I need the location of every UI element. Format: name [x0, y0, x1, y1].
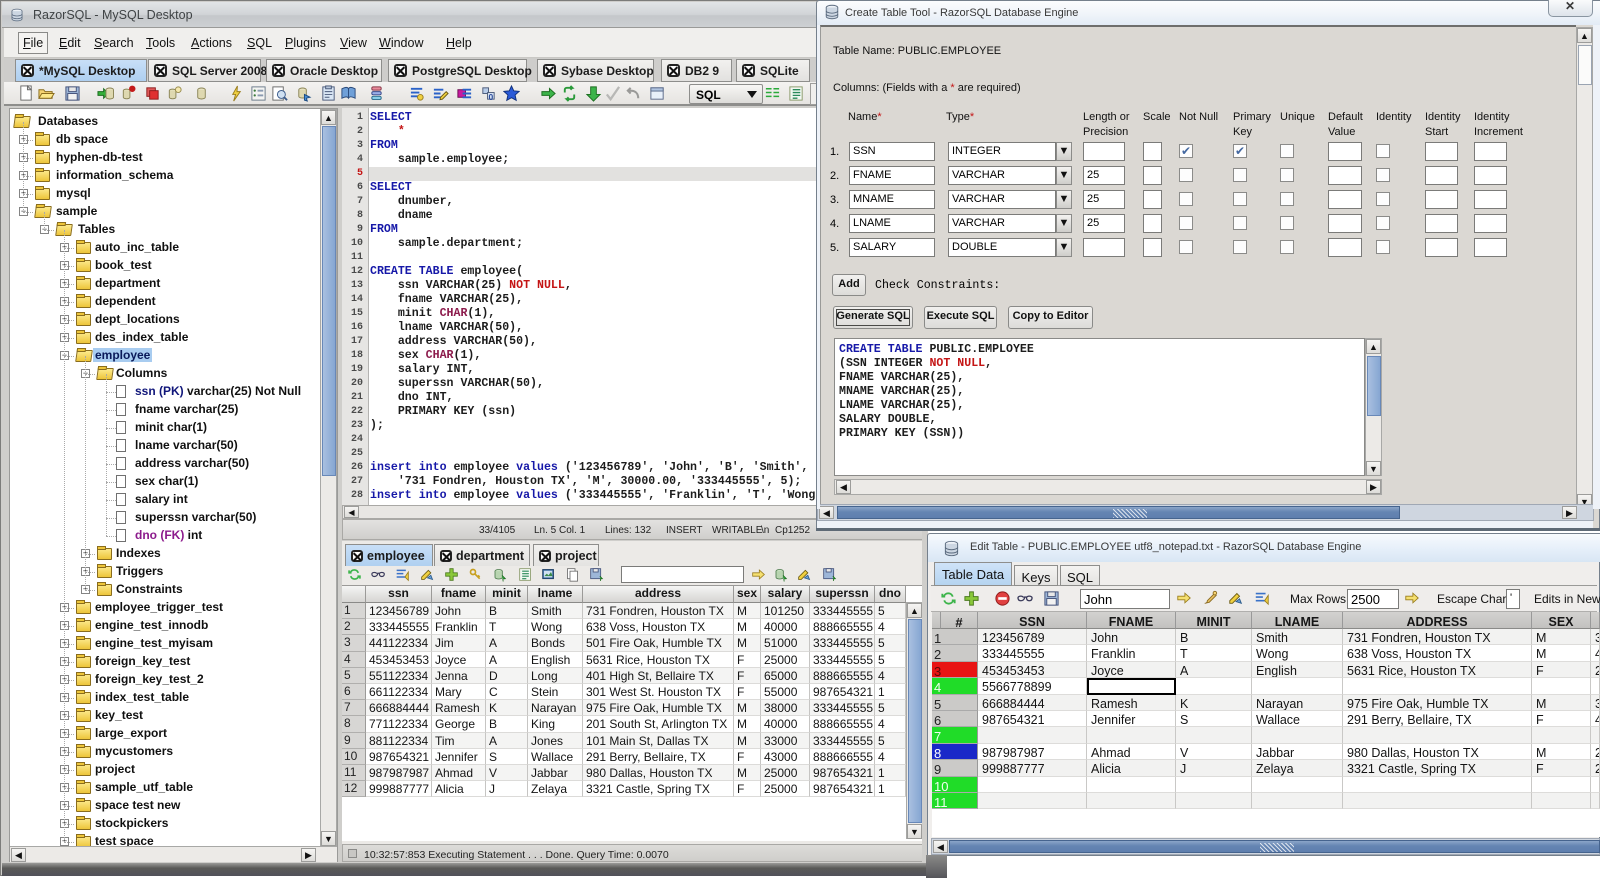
svg-text:0: 0	[489, 92, 494, 102]
